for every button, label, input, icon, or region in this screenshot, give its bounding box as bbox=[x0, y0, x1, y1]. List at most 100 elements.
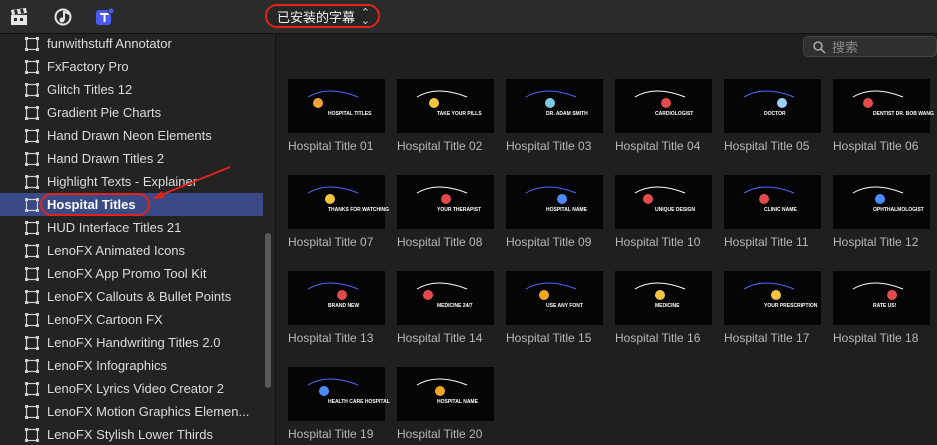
title-thumbnail-label[interactable]: Hospital Title 04 bbox=[615, 139, 700, 153]
title-bundle-icon bbox=[25, 197, 39, 212]
sidebar-item-label: FxFactory Pro bbox=[47, 59, 129, 74]
search-input[interactable]: 搜索 bbox=[803, 36, 937, 57]
title-thumbnail[interactable]: HOSPITAL TITLES bbox=[288, 79, 385, 133]
title-thumbnail-label[interactable]: Hospital Title 09 bbox=[506, 235, 591, 249]
title-thumbnail-label[interactable]: Hospital Title 17 bbox=[724, 331, 809, 345]
title-thumbnail[interactable]: OPHTHALMOLOGIST bbox=[833, 175, 930, 229]
sidebar-item[interactable]: LenoFX Motion Graphics Elemen... bbox=[0, 400, 263, 423]
sidebar-item-label: LenoFX Cartoon FX bbox=[47, 312, 163, 327]
title-thumbnail[interactable]: TAKE YOUR PILLS bbox=[397, 79, 494, 133]
title-thumbnail[interactable]: MEDICINE bbox=[615, 271, 712, 325]
sidebar-item-label: Hand Drawn Titles 2 bbox=[47, 151, 165, 166]
music-icon[interactable] bbox=[54, 7, 74, 27]
sidebar-item-label: LenoFX Lyrics Video Creator 2 bbox=[47, 381, 225, 396]
sidebar-item[interactable]: Glitch Titles 12 bbox=[0, 78, 263, 101]
title-bundle-icon bbox=[25, 312, 39, 327]
title-thumbnail[interactable]: HOSPITAL NAME bbox=[506, 175, 603, 229]
title-thumbnail[interactable]: DENTIST DR. BOB WANG bbox=[833, 79, 934, 133]
title-thumbnail-label[interactable]: Hospital Title 05 bbox=[724, 139, 809, 153]
sidebar-item[interactable]: LenoFX Handwriting Titles 2.0 bbox=[0, 331, 263, 354]
title-thumbnail[interactable]: THANKS FOR WATCHING bbox=[288, 175, 389, 229]
search-placeholder: 搜索 bbox=[832, 40, 859, 55]
annotation-arrow-icon bbox=[152, 166, 231, 199]
title-thumbnail-label[interactable]: Hospital Title 20 bbox=[397, 427, 482, 441]
title-thumbnail-label[interactable]: Hospital Title 15 bbox=[506, 331, 591, 345]
sidebar-item-label: LenoFX Callouts & Bullet Points bbox=[47, 289, 232, 304]
title-thumbnail[interactable]: RATE US! bbox=[833, 271, 930, 325]
sidebar-item[interactable]: LenoFX Stylish Lower Thirds bbox=[0, 423, 263, 445]
title-thumbnail[interactable]: HEALTH CARE HOSPITAL bbox=[288, 367, 390, 421]
sidebar-item[interactable]: Hand Drawn Neon Elements bbox=[0, 124, 263, 147]
sidebar-scrollbar[interactable] bbox=[265, 233, 271, 388]
thumbnail-title-text: YOUR PRESCRIPTION bbox=[764, 303, 818, 309]
title-thumbnail-label[interactable]: Hospital Title 13 bbox=[288, 331, 373, 345]
sidebar-item-label: LenoFX App Promo Tool Kit bbox=[47, 266, 207, 281]
sidebar-item[interactable]: funwithstuff Annotator bbox=[0, 34, 263, 55]
title-bundle-icon bbox=[25, 151, 39, 166]
title-bundle-icon bbox=[25, 220, 39, 235]
sidebar: funwithstuff Annotator FxFactory Pro Glitc… bbox=[0, 34, 276, 445]
title-thumbnail-label[interactable]: Hospital Title 12 bbox=[833, 235, 918, 249]
title-thumbnail-label[interactable]: Hospital Title 11 bbox=[724, 235, 809, 249]
sidebar-item[interactable]: Gradient Pie Charts bbox=[0, 101, 263, 124]
title-thumbnail[interactable]: USE ANY FONT bbox=[506, 271, 603, 325]
title-thumbnail-label[interactable]: Hospital Title 19 bbox=[288, 427, 373, 441]
title-bundle-icon bbox=[25, 243, 39, 258]
thumbnail-title-text: DENTIST DR. BOB WANG bbox=[873, 111, 934, 117]
title-thumbnail[interactable]: DR. ADAM SMITH bbox=[506, 79, 603, 133]
title-thumbnail[interactable]: DOCTOR bbox=[724, 79, 821, 133]
title-thumbnail-label[interactable]: Hospital Title 18 bbox=[833, 331, 918, 345]
sidebar-item-label: Gradient Pie Charts bbox=[47, 105, 162, 120]
thumbnail-title-text: HOSPITAL NAME bbox=[546, 207, 587, 213]
sidebar-item[interactable]: HUD Interface Titles 21 bbox=[0, 216, 263, 239]
title-thumbnail-label[interactable]: Hospital Title 01 bbox=[288, 139, 373, 153]
clapper-icon[interactable] bbox=[9, 7, 29, 27]
sidebar-item-label: LenoFX Infographics bbox=[47, 358, 167, 373]
title-thumbnail-label[interactable]: Hospital Title 07 bbox=[288, 235, 373, 249]
sidebar-item-label: LenoFX Motion Graphics Elemen... bbox=[47, 404, 250, 419]
title-thumbnail[interactable]: MEDICINE 24/7 bbox=[397, 271, 494, 325]
title-thumbnail[interactable]: UNIQUE DESIGN bbox=[615, 175, 712, 229]
sidebar-item-label: HUD Interface Titles 21 bbox=[47, 220, 182, 235]
sidebar-item[interactable]: LenoFX Infographics bbox=[0, 354, 263, 377]
category-dropdown[interactable]: 已安装的字幕 ⌃ ⌄ bbox=[265, 4, 380, 28]
thumbnail-title-text: RATE US! bbox=[873, 303, 897, 309]
thumbnail-title-text: HOSPITAL TITLES bbox=[328, 111, 372, 117]
title-thumbnail-label[interactable]: Hospital Title 10 bbox=[615, 235, 700, 249]
title-thumbnail[interactable]: CARDIOLOGIST bbox=[615, 79, 712, 133]
title-bundle-icon bbox=[25, 381, 39, 396]
title-thumbnail[interactable]: YOUR THERAPIST bbox=[397, 175, 494, 229]
title-thumbnail[interactable]: CLINIC NAME bbox=[724, 175, 821, 229]
sidebar-item[interactable]: LenoFX Cartoon FX bbox=[0, 308, 263, 331]
title-thumbnail-label[interactable]: Hospital Title 03 bbox=[506, 139, 591, 153]
title-thumbnail[interactable]: BRAND NEW bbox=[288, 271, 385, 325]
title-bundle-icon bbox=[25, 266, 39, 281]
thumbnail-title-text: USE ANY FONT bbox=[546, 303, 583, 309]
title-bundle-icon bbox=[25, 404, 39, 419]
thumbnail-title-text: OPHTHALMOLOGIST bbox=[873, 207, 924, 213]
thumbnail-title-text: BRAND NEW bbox=[328, 303, 360, 309]
thumbnail-title-text: MEDICINE 24/7 bbox=[437, 303, 473, 309]
sidebar-item[interactable]: FxFactory Pro bbox=[0, 55, 263, 78]
title-bundle-icon bbox=[25, 358, 39, 373]
title-thumbnail-label[interactable]: Hospital Title 14 bbox=[397, 331, 482, 345]
title-bundle-icon bbox=[25, 427, 39, 442]
title-bundle-icon bbox=[25, 174, 39, 189]
title-thumbnail[interactable]: HOSPITAL NAME bbox=[397, 367, 494, 421]
title-thumbnail[interactable]: YOUR PRESCRIPTION bbox=[724, 271, 821, 325]
thumbnail-title-text: MEDICINE bbox=[655, 303, 680, 309]
chevron-up-down-icon: ⌃ ⌄ bbox=[360, 7, 370, 27]
title-thumbnail-label[interactable]: Hospital Title 06 bbox=[833, 139, 918, 153]
thumbnail-title-text: HEALTH CARE HOSPITAL bbox=[328, 399, 390, 405]
sidebar-item[interactable]: LenoFX Lyrics Video Creator 2 bbox=[0, 377, 263, 400]
thumbnail-title-text: HOSPITAL NAME bbox=[437, 399, 478, 405]
title-bundle-icon bbox=[25, 36, 39, 51]
sidebar-item[interactable]: LenoFX Animated Icons bbox=[0, 239, 263, 262]
title-thumbnail-label[interactable]: Hospital Title 08 bbox=[397, 235, 482, 249]
sidebar-item[interactable]: LenoFX Callouts & Bullet Points bbox=[0, 285, 263, 308]
titles-icon[interactable] bbox=[95, 7, 115, 27]
sidebar-item[interactable]: LenoFX App Promo Tool Kit bbox=[0, 262, 263, 285]
title-thumbnail-label[interactable]: Hospital Title 02 bbox=[397, 139, 482, 153]
category-dropdown-label: 已安装的字幕 bbox=[277, 9, 356, 25]
title-thumbnail-label[interactable]: Hospital Title 16 bbox=[615, 331, 700, 345]
